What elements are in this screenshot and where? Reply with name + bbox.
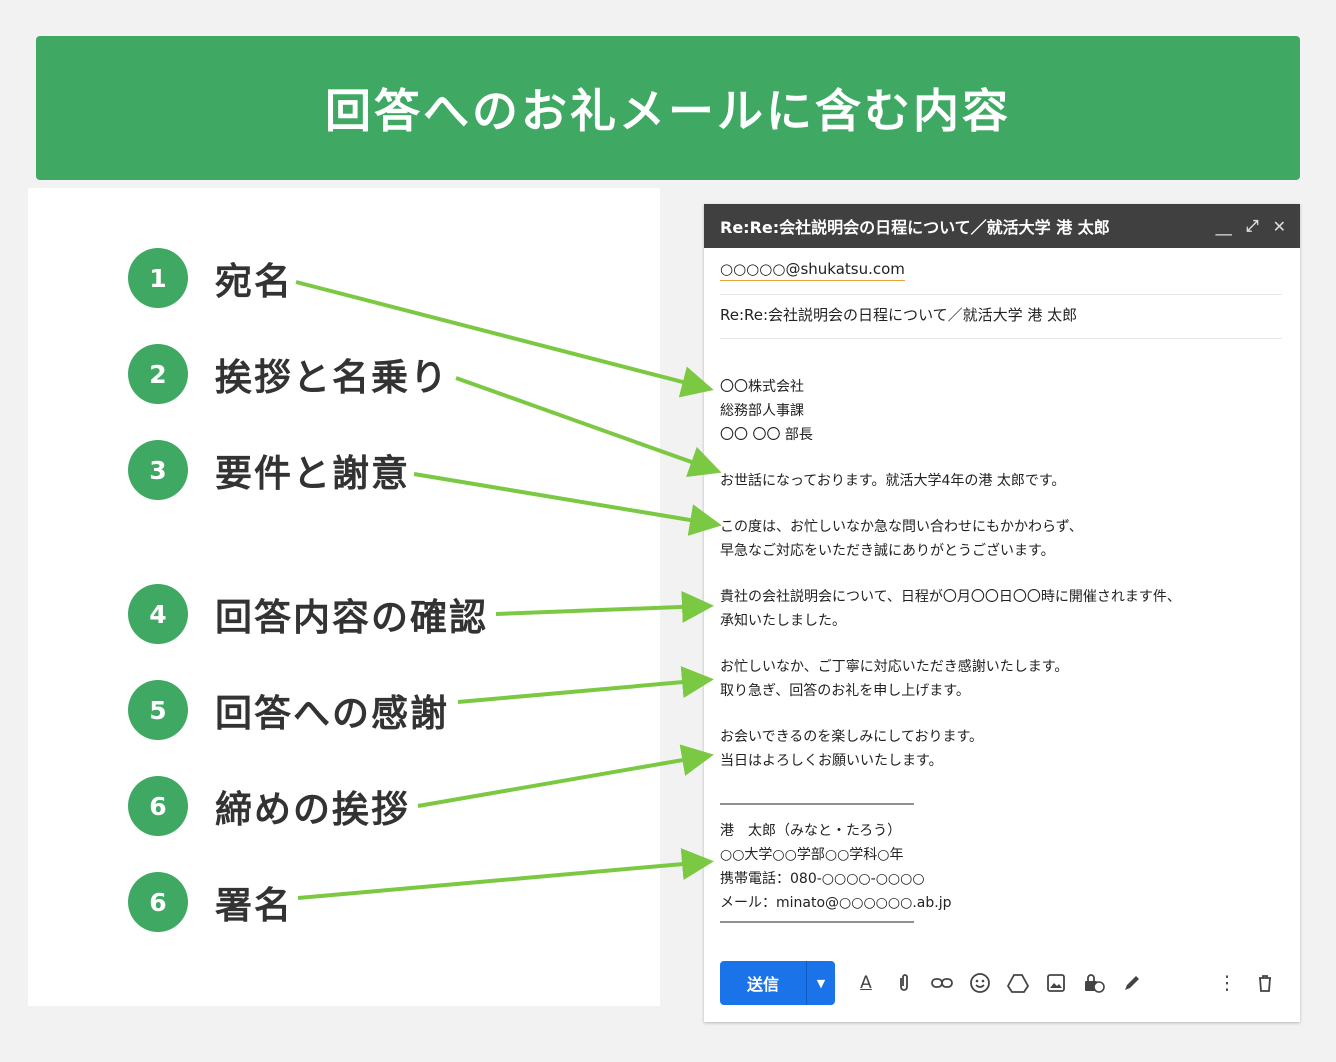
connector-arrows: [295, 280, 722, 900]
arrow-5: [457, 666, 714, 704]
arrow-3: [413, 472, 722, 536]
arrow-2: [455, 376, 722, 478]
arrow-4: [495, 590, 714, 623]
arrow-6: [417, 744, 714, 808]
arrow-1: [295, 280, 714, 398]
arrow-7: [297, 848, 714, 900]
